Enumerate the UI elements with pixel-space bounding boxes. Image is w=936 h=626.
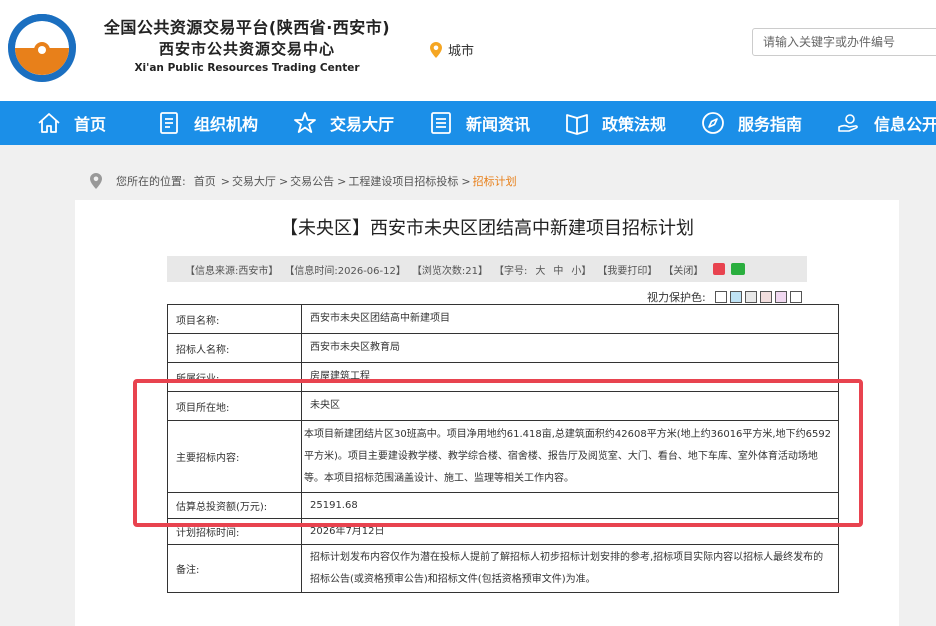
site-title: 全国公共资源交易平台(陕西省·西安市) 西安市公共资源交易中心 Xi'an Pu… [82,17,412,77]
font-size-small[interactable]: 小】 [571,262,591,277]
table-row: 备注: 招标计划发布内容仅作为潜在投标人提前了解招标人初步招标计划安排的参考,招… [167,544,839,593]
wechat-share-icon[interactable] [731,263,746,275]
compass-icon [702,112,724,134]
location-pin-icon [90,173,102,189]
list-icon [431,112,451,134]
nav-item-organization[interactable]: 组织机构 [156,101,258,145]
eye-protection-colors: 视力保护色: [647,289,802,305]
main-nav: 首页 组织机构 交易大厅 新闻资讯 政策法规 服务指南 信息公开 [0,101,936,145]
font-size-large[interactable]: 大 [535,262,545,277]
info-views: 【浏览次数:21】 [411,265,488,277]
city-selector[interactable]: 城市 [430,40,474,59]
article-title: 【未央区】西安市未央区团结高中新建项目招标计划 [280,218,694,239]
nav-item-label: 服务指南 [738,115,803,134]
font-size-label: 【字号: [493,265,528,277]
logo-icon [8,14,76,82]
print-button[interactable]: 【我要打印】 [597,262,657,277]
row-value: 西安市未央区教育局 [301,333,839,363]
city-label: 城市 [448,44,475,59]
eye-color-swatch[interactable] [789,291,802,303]
table-row: 招标人名称: 西安市未央区教育局 [167,333,839,363]
nav-item-label: 信息公开 [874,115,936,134]
nav-item-info-disclosure[interactable]: 信息公开 [836,101,936,145]
breadcrumb-separator: > [220,174,230,188]
table-row: 所属行业: 房屋建筑工程 [167,362,839,392]
eye-color-swatch[interactable] [729,291,742,303]
home-icon [38,113,60,133]
site-title-english: Xi'an Public Resources Trading Center [134,62,360,74]
weibo-share-icon[interactable] [713,263,726,275]
nav-item-label: 政策法规 [602,115,667,134]
row-label: 计划招标时间: [167,518,302,545]
nav-item-label: 交易大厅 [330,115,395,134]
eye-color-swatch[interactable] [774,291,787,303]
article-info-bar: 【信息来源:西安市】 【信息时间:2026-06-12】 【浏览次数:21】 【… [167,256,807,282]
nav-item-label: 首页 [74,115,107,134]
font-size-medium[interactable]: 中 [553,262,563,277]
document-icon [160,112,178,134]
table-row: 项目所在地: 未央区 [167,391,839,421]
close-button[interactable]: 【关闭】 [663,262,703,277]
location-pin-icon [430,41,442,58]
nav-item-trading-hall[interactable]: 交易大厅 [292,101,394,145]
nav-item-policies[interactable]: 政策法规 [564,101,666,145]
row-value: 房屋建筑工程 [301,362,839,392]
row-value: 2026年7月12日 [301,518,839,545]
nav-item-news[interactable]: 新闻资讯 [428,101,530,145]
table-row: 估算总投资额(万元): 25191.68 [167,492,839,519]
info-time: 【信息时间:2026-06-12】 [284,265,406,277]
eye-color-swatch[interactable] [744,291,757,303]
nav-item-label: 组织机构 [194,115,259,134]
breadcrumb-prefix: 您所在的位置: [116,175,186,188]
search-input[interactable] [753,29,936,55]
row-label: 项目名称: [167,304,302,334]
table-row: 计划招标时间: 2026年7月12日 [167,518,839,545]
row-value: 西安市未央区团结高中新建项目 [301,304,839,334]
hand-icon [838,114,858,132]
nav-item-label: 新闻资讯 [466,115,531,134]
row-value: 招标计划发布内容仅作为潜在投标人提前了解招标人初步招标计划安排的参考,招标项目实… [301,544,839,593]
breadcrumb-separator: > [337,174,347,188]
row-label: 备注: [167,544,302,593]
row-value: 25191.68 [301,492,839,519]
breadcrumb-engineering[interactable]: 工程建设项目招标投标 [348,173,458,189]
breadcrumb-home[interactable]: 首页 [194,173,216,189]
project-info-table: 项目名称: 西安市未央区团结高中新建项目 招标人名称: 西安市未央区教育局 所属… [167,304,839,593]
breadcrumb-current[interactable]: 招标计划 [473,173,517,189]
row-label: 招标人名称: [167,333,302,363]
star-icon [294,112,316,133]
info-source: 【信息来源:西安市】 [185,265,279,277]
row-value: 本项目新建团结片区30班高中。项目净用地约61.418亩,总建筑面积约42608… [301,420,839,493]
site-title-main: 全国公共资源交易平台(陕西省·西安市) [103,18,391,37]
nav-item-service-guide[interactable]: 服务指南 [700,101,802,145]
row-label: 所属行业: [167,362,302,392]
book-icon [566,114,588,135]
breadcrumb-separator: > [278,174,289,188]
eye-color-swatch[interactable] [759,291,772,303]
row-label: 主要招标内容: [167,420,302,493]
breadcrumb-separator: > [461,174,471,188]
nav-item-home[interactable]: 首页 [36,101,106,145]
site-title-sub: 西安市公共资源交易中心 [158,40,335,58]
article-panel: 【未央区】西安市未央区团结高中新建项目招标计划 【信息来源:西安市】 【信息时间… [75,200,899,626]
eye-protection-label: 视力保护色: [647,291,706,304]
table-row: 项目名称: 西安市未央区团结高中新建项目 [167,304,839,334]
breadcrumb-trading-hall[interactable]: 交易大厅 [232,173,276,189]
breadcrumb-announcements[interactable]: 交易公告 [290,173,334,189]
row-label: 估算总投资额(万元): [167,492,302,519]
eye-color-swatch[interactable] [714,291,727,303]
breadcrumb: 您所在的位置: 首页 > 交易大厅 > 交易公告 > 工程建设项目招标投标 > … [90,172,517,190]
table-row: 主要招标内容: 本项目新建团结片区30班高中。项目净用地约61.418亩,总建筑… [167,420,839,493]
site-header: 全国公共资源交易平台(陕西省·西安市) 西安市公共资源交易中心 Xi'an Pu… [0,0,936,101]
row-label: 项目所在地: [167,391,302,421]
search-box [752,28,936,56]
row-value: 未央区 [301,391,839,421]
